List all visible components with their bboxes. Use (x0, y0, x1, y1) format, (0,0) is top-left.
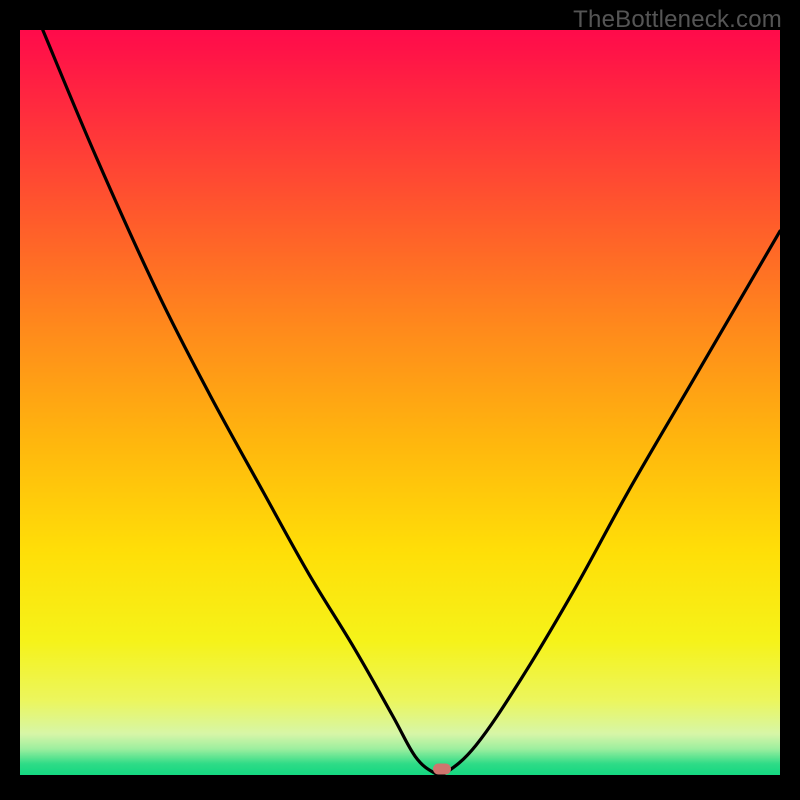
bottleneck-curve (20, 30, 780, 775)
plot-area (20, 30, 780, 775)
chart-frame: TheBottleneck.com (0, 0, 800, 800)
optimal-point-marker (433, 764, 451, 775)
